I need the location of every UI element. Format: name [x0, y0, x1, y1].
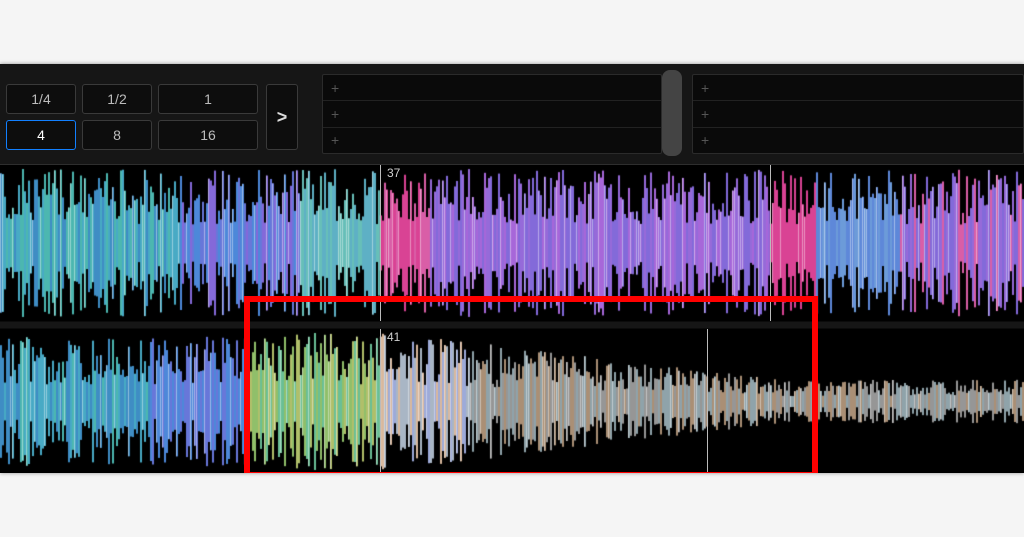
hotcue-slot[interactable]: +	[693, 75, 1023, 101]
waveform-track-b[interactable]: 41	[0, 328, 1024, 473]
hotcue-slot[interactable]: +	[323, 75, 661, 101]
chevron-right-icon: >	[277, 107, 288, 128]
hotcue-slot[interactable]: +	[323, 101, 661, 127]
beat-length-next-button[interactable]: >	[266, 84, 298, 150]
phrase-marker-label-a: 37	[384, 165, 403, 181]
waveform-canvas-b	[0, 329, 1024, 473]
panel-divider-handle[interactable]	[662, 70, 682, 156]
phrase-marker-b	[380, 329, 381, 473]
hotcue-slot[interactable]: +	[693, 128, 1023, 153]
hotcue-slot[interactable]: +	[693, 101, 1023, 127]
hotcue-panel-left: + + +	[322, 74, 662, 154]
plus-icon: +	[331, 133, 339, 147]
beat-btn-1[interactable]: 1	[158, 84, 258, 114]
beat-btn-quarter[interactable]: 1/4	[6, 84, 76, 114]
plus-icon: +	[701, 107, 709, 121]
beat-btn-half[interactable]: 1/2	[82, 84, 152, 114]
waveform-canvas-a	[0, 165, 1024, 321]
phrase-marker-label-b: 41	[384, 329, 403, 345]
plus-icon: +	[331, 107, 339, 121]
beat-btn-16[interactable]: 16	[158, 120, 258, 150]
beat-length-selector: 1/4 1/2 1 4 8 16	[6, 84, 258, 150]
waveform-track-a[interactable]: 37	[0, 164, 1024, 322]
phrase-marker-a	[380, 165, 381, 321]
top-toolbar: 1/4 1/2 1 4 8 16 > + + + + + +	[0, 74, 1024, 159]
beat-btn-8[interactable]: 8	[82, 120, 152, 150]
phrase-line-b	[707, 329, 708, 473]
phrase-line-a	[770, 165, 771, 321]
plus-icon: +	[331, 81, 339, 95]
plus-icon: +	[701, 81, 709, 95]
hotcue-panel-right: + + +	[692, 74, 1024, 154]
hotcue-slot[interactable]: +	[323, 128, 661, 153]
beat-btn-4[interactable]: 4	[6, 120, 76, 150]
dj-software-window: 1/4 1/2 1 4 8 16 > + + + + + + 37	[0, 64, 1024, 473]
plus-icon: +	[701, 133, 709, 147]
